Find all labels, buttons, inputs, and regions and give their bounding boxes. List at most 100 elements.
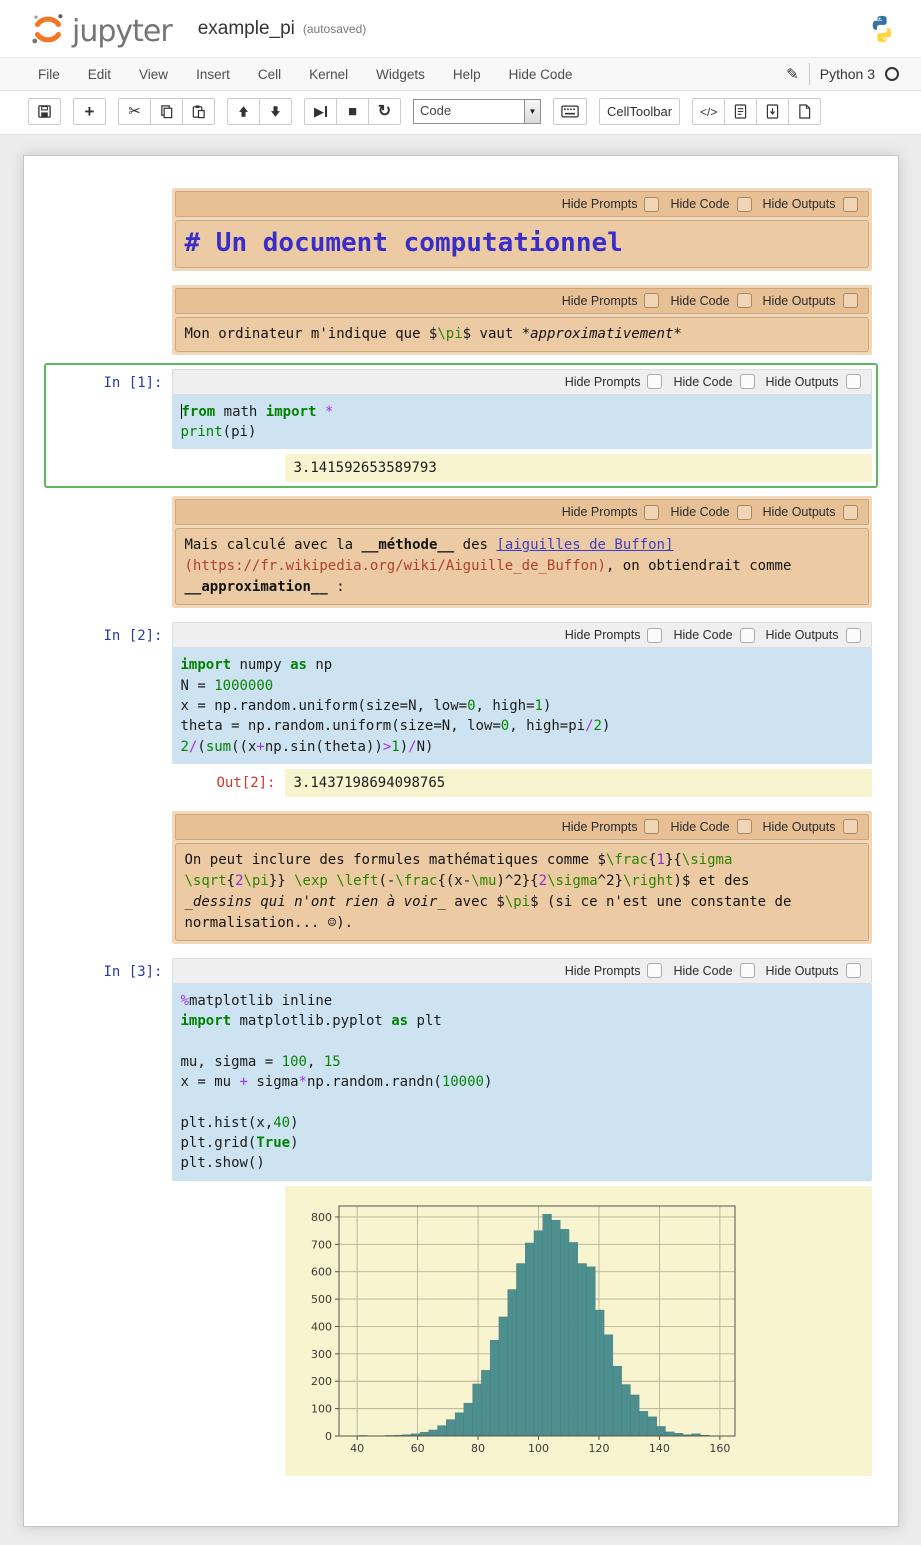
menu-view[interactable]: View (125, 67, 182, 82)
svg-text:60: 60 (410, 1442, 424, 1455)
cell-toolbar: Hide PromptsHide CodeHide Outputs (175, 814, 869, 840)
hide-prompts-checkbox[interactable] (647, 628, 662, 643)
markdown-prompt-spacer (50, 188, 172, 271)
export-pdf-button[interactable] (756, 98, 789, 125)
hide-outputs-checkbox[interactable] (843, 293, 858, 308)
arrow-down-icon (269, 105, 282, 118)
hide-outputs-checkbox[interactable] (846, 963, 861, 978)
code-input-editor[interactable]: %matplotlib inlineimport matplotlib.pypl… (172, 984, 872, 1181)
histogram-bar (420, 1432, 429, 1436)
hide-code-checkbox[interactable] (737, 819, 752, 834)
code-line: Mais calculé avec la __méthode__ des [ai… (185, 535, 859, 556)
hide-outputs-checkbox[interactable] (846, 628, 861, 643)
hide-code-checkbox[interactable] (740, 963, 755, 978)
menu-edit[interactable]: Edit (74, 67, 125, 82)
menu-file[interactable]: File (24, 67, 74, 82)
markdown-prompt-spacer (50, 811, 172, 944)
toolbar: + ✂ ▶ ■ ↻ Code ▼ (0, 91, 921, 135)
hide-outputs-checkbox[interactable] (846, 374, 861, 389)
export-blank-doc-button[interactable] (788, 98, 821, 125)
markdown-source-box[interactable]: Hide PromptsHide CodeHide OutputsMon ord… (172, 285, 872, 355)
markdown-source-box[interactable]: Hide PromptsHide CodeHide OutputsMais ca… (172, 496, 872, 608)
hide-prompts-checkbox[interactable] (644, 505, 659, 520)
menu-cell[interactable]: Cell (244, 67, 295, 82)
histogram-bar (446, 1419, 455, 1435)
input-prompt: In [1]: (50, 369, 172, 483)
jupyter-logo[interactable]: jupyter (30, 11, 172, 47)
markdown-source-text[interactable]: Mon ordinateur m'indique que $\pi$ vaut … (175, 317, 869, 352)
run-cell-button[interactable]: ▶ (304, 98, 337, 125)
edit-title-pencil-icon[interactable]: ✎ (786, 65, 799, 83)
svg-text:800: 800 (311, 1210, 332, 1223)
code-line: plt.grid(True) (181, 1133, 863, 1153)
hide-prompts-checkbox[interactable] (644, 819, 659, 834)
code-cell[interactable]: In [1]:Hide PromptsHide CodeHide Outputs… (44, 363, 878, 489)
code-line: N = 1000000 (181, 676, 863, 696)
code-cell[interactable]: In [2]:Hide PromptsHide CodeHide Outputs… (44, 616, 878, 802)
svg-text:400: 400 (311, 1320, 332, 1333)
notebook-title[interactable]: example_pi (198, 18, 295, 40)
hide-code-checkbox[interactable] (737, 505, 752, 520)
out-prompt-label: Out[2]: (216, 775, 275, 791)
restart-kernel-button[interactable]: ↻ (368, 98, 401, 125)
markdown-cell[interactable]: Hide PromptsHide CodeHide Outputs On peut… (44, 805, 878, 950)
menu-hide-code[interactable]: Hide Code (495, 67, 587, 82)
move-cell-down-button[interactable] (259, 98, 292, 125)
cell-inner: Hide PromptsHide CodeHide OutputsMais ca… (172, 496, 872, 608)
input-prompt: In [3]: (50, 958, 172, 1476)
menu-help[interactable]: Help (439, 67, 495, 82)
hide-prompts-checkbox[interactable] (647, 374, 662, 389)
markdown-source-box[interactable]: Hide PromptsHide CodeHide Outputs On peut… (172, 811, 872, 944)
hide-outputs-checkbox[interactable] (843, 819, 858, 834)
markdown-source-text[interactable]: # Un document computationnel (175, 220, 869, 268)
code-line: On peut inclure des formules mathématiqu… (185, 850, 859, 871)
markdown-source-text[interactable]: On peut inclure des formules mathématiqu… (175, 843, 869, 941)
export-html-button[interactable] (724, 98, 757, 125)
markdown-cell[interactable]: Hide PromptsHide CodeHide OutputsMon ord… (44, 279, 878, 361)
hide-prompts-checkbox[interactable] (647, 963, 662, 978)
command-palette-button[interactable] (553, 98, 587, 125)
paste-cell-button[interactable] (182, 98, 215, 125)
hide-input-all-button[interactable]: </> (692, 98, 725, 125)
code-input-editor[interactable]: import numpy as npN = 1000000x = np.rand… (172, 648, 872, 763)
histogram-plot: 4060801001201401600100200300400500600700… (293, 1196, 745, 1462)
markdown-cell[interactable]: Hide PromptsHide CodeHide Outputs# Un do… (44, 182, 878, 277)
hide-toggle-label: Hide Outputs (763, 505, 836, 519)
cell-type-select[interactable]: Code ▼ (413, 99, 541, 124)
cell-list: Hide PromptsHide CodeHide Outputs # Un do… (44, 182, 878, 1482)
hide-prompts-checkbox[interactable] (644, 197, 659, 212)
hide-code-checkbox[interactable] (740, 628, 755, 643)
insert-cell-below-button[interactable]: + (73, 98, 106, 125)
celltoolbar-button[interactable]: CellToolbar (599, 98, 680, 125)
hide-code-checkbox[interactable] (737, 197, 752, 212)
hide-outputs-checkbox[interactable] (843, 505, 858, 520)
cut-cell-button[interactable]: ✂ (118, 98, 151, 125)
menu-insert[interactable]: Insert (182, 67, 244, 82)
svg-text:500: 500 (311, 1293, 332, 1306)
menu-widgets[interactable]: Widgets (362, 67, 439, 82)
save-icon (37, 104, 52, 119)
histogram-bar (586, 1266, 595, 1435)
markdown-prompt-spacer (50, 285, 172, 355)
save-button[interactable] (28, 98, 61, 125)
code-cell[interactable]: In [3]:Hide PromptsHide CodeHide Outputs… (44, 952, 878, 1482)
hide-code-checkbox[interactable] (737, 293, 752, 308)
celltoolbar-label: CellToolbar (607, 104, 672, 119)
hide-code-checkbox[interactable] (740, 374, 755, 389)
markdown-cell[interactable]: Hide PromptsHide CodeHide OutputsMais ca… (44, 490, 878, 614)
move-cell-up-button[interactable] (227, 98, 260, 125)
copy-cell-button[interactable] (150, 98, 183, 125)
hide-toggle-label: Hide Outputs (766, 375, 839, 389)
hide-toggle-label: Hide Code (670, 820, 729, 834)
hide-outputs-checkbox[interactable] (843, 197, 858, 212)
histogram-bar (525, 1243, 534, 1436)
code-input-editor[interactable]: from math import *print(pi) (172, 395, 872, 450)
markdown-source-text[interactable]: Mais calculé avec la __méthode__ des [ai… (175, 528, 869, 605)
hide-prompts-checkbox[interactable] (644, 293, 659, 308)
paste-icon (191, 104, 206, 119)
code-line: x = np.random.uniform(size=N, low=0, hig… (181, 696, 863, 716)
jupyter-orbit-icon (30, 11, 66, 47)
menu-kernel[interactable]: Kernel (295, 67, 362, 82)
interrupt-kernel-button[interactable]: ■ (336, 98, 369, 125)
markdown-source-box[interactable]: Hide PromptsHide CodeHide Outputs# Un do… (172, 188, 872, 271)
